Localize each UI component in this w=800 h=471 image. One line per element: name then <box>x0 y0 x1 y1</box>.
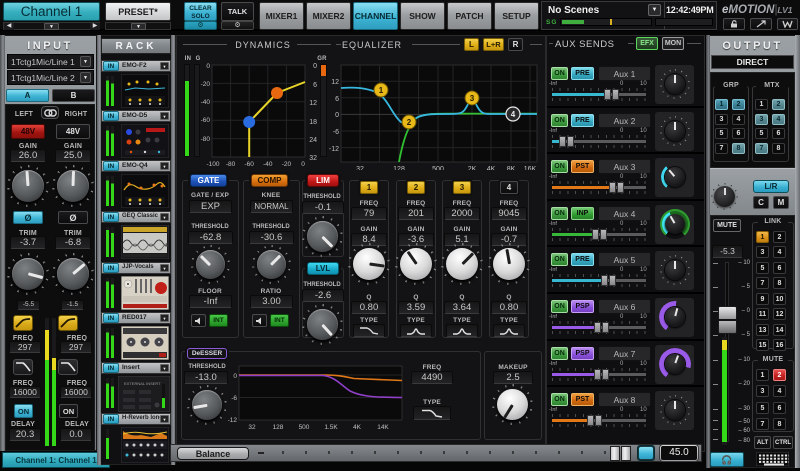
svg-text:2K: 2K <box>468 166 477 170</box>
svg-text:0: 0 <box>206 63 210 70</box>
svg-text:-80: -80 <box>226 161 236 168</box>
svg-text:-6: -6 <box>333 129 339 136</box>
svg-text:-60: -60 <box>201 117 211 124</box>
svg-text:12: 12 <box>331 79 339 86</box>
svg-text:6: 6 <box>313 82 317 89</box>
svg-text:-6: -6 <box>231 395 237 402</box>
svg-text:4K: 4K <box>353 424 362 431</box>
svg-text:128: 128 <box>273 424 284 431</box>
svg-text:2: 2 <box>407 118 412 127</box>
svg-text:32: 32 <box>309 155 317 162</box>
svg-text:12: 12 <box>309 100 317 107</box>
svg-text:500: 500 <box>432 166 444 170</box>
svg-text:32: 32 <box>248 424 256 431</box>
svg-text:1.5K: 1.5K <box>324 424 338 431</box>
svg-text:128: 128 <box>393 166 405 170</box>
svg-text:0: 0 <box>313 63 317 70</box>
svg-text:EXTERNAL INSERT: EXTERNAL INSERT <box>124 381 161 386</box>
svg-text:4K: 4K <box>487 166 496 170</box>
svg-text:6: 6 <box>335 96 339 103</box>
svg-text:3: 3 <box>470 94 475 103</box>
svg-text:32: 32 <box>356 166 364 170</box>
svg-text:-40: -40 <box>201 99 211 106</box>
svg-text:1: 1 <box>379 86 384 95</box>
svg-text:24: 24 <box>309 137 317 144</box>
svg-text:14K: 14K <box>377 424 389 431</box>
svg-text:8K: 8K <box>507 166 516 170</box>
svg-text:-20: -20 <box>282 161 292 168</box>
svg-text:-100: -100 <box>206 161 219 168</box>
svg-text:-40: -40 <box>263 161 273 168</box>
svg-text:16K: 16K <box>524 166 537 170</box>
svg-text:-12: -12 <box>329 146 339 153</box>
svg-text:18: 18 <box>309 119 317 126</box>
svg-text:-60: -60 <box>244 161 254 168</box>
svg-text:-12: -12 <box>228 417 237 424</box>
svg-text:0: 0 <box>335 112 339 119</box>
svg-text:4: 4 <box>511 110 516 119</box>
svg-text:-20: -20 <box>201 81 211 88</box>
svg-text:0: 0 <box>233 373 237 380</box>
svg-text:-80: -80 <box>201 136 211 143</box>
svg-text:500: 500 <box>299 424 310 431</box>
